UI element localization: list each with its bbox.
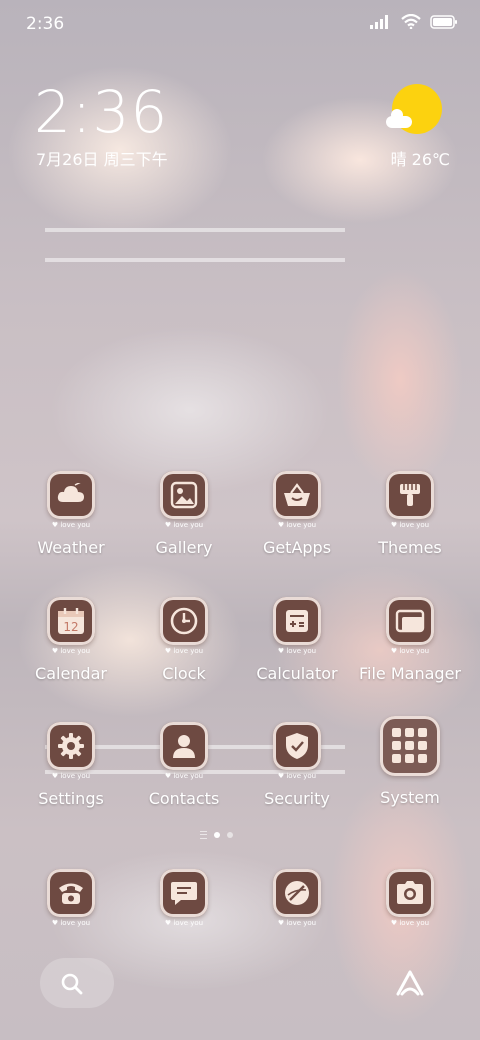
app-label: Settings — [38, 789, 104, 808]
wifi-icon — [401, 13, 421, 33]
wallpaper-shelf — [45, 228, 345, 232]
app-label: GetApps — [262, 538, 332, 557]
calendar-day-text: 12 — [63, 620, 78, 634]
image-icon — [160, 471, 208, 519]
app-label: Contacts — [148, 789, 220, 808]
home-screen: 2:36 2:36 7月26日 周三下午 晴 26℃ ♥ love you We… — [0, 0, 480, 1040]
calculator-icon — [273, 597, 321, 645]
app-settings[interactable]: ♥ love you Settings — [14, 722, 128, 808]
page-indicator[interactable] — [200, 831, 233, 839]
app-label: File Manager — [359, 664, 461, 683]
weather-text: 晴 26℃ — [390, 150, 450, 169]
app-security[interactable]: ♥ love you Security — [240, 722, 354, 808]
message-icon — [160, 869, 208, 917]
app-label: Calendar — [35, 664, 107, 683]
cloud-icon — [47, 471, 95, 519]
love-tag: ♥ love you — [277, 647, 317, 655]
basket-icon — [273, 471, 321, 519]
love-tag: ♥ love you — [277, 521, 317, 529]
cloud-shape — [386, 109, 412, 128]
person-icon — [160, 722, 208, 770]
app-contacts[interactable]: ♥ love you Contacts — [127, 722, 241, 808]
clock-widget-date[interactable]: 7月26日 周三下午 — [36, 146, 168, 170]
page-dot-active — [214, 832, 220, 838]
status-bar: 2:36 — [0, 0, 480, 52]
status-icons — [370, 13, 458, 33]
app-label: Security — [264, 789, 330, 808]
app-label: Calculator — [256, 664, 338, 683]
love-tag: ♥ love you — [277, 772, 317, 780]
app-label: Gallery — [155, 538, 213, 557]
folder-icon — [386, 597, 434, 645]
app-gallery[interactable]: ♥ love you Gallery — [127, 471, 241, 557]
shield-icon — [273, 722, 321, 770]
clock-widget-time[interactable]: 2:36 — [34, 78, 168, 146]
love-tag: ♥ love you — [390, 521, 430, 529]
assistant-button[interactable] — [394, 968, 426, 1002]
dock-camera[interactable]: ♥ love you — [353, 869, 467, 928]
app-weather[interactable]: ♥ love you Weather — [14, 471, 128, 557]
app-calendar[interactable]: 12 ♥ love you Calendar — [14, 597, 128, 683]
love-tag: ♥ love you — [277, 919, 317, 927]
app-folder-system[interactable]: System — [353, 716, 467, 807]
love-tag: ♥ love you — [390, 647, 430, 655]
love-tag: ♥ love you — [390, 919, 430, 927]
app-themes[interactable]: ♥ love you Themes — [353, 471, 467, 557]
app-clock[interactable]: ♥ love you Clock — [127, 597, 241, 683]
page-dot — [227, 832, 233, 838]
app-file-manager[interactable]: ♥ love you File Manager — [353, 597, 467, 683]
battery-icon — [430, 14, 458, 33]
love-tag: ♥ love you — [51, 919, 91, 927]
app-label: Clock — [162, 664, 206, 683]
dock-phone[interactable]: ♥ love you — [14, 869, 128, 928]
app-label: Weather — [37, 538, 105, 557]
search-icon — [61, 973, 83, 995]
assistant-icon — [396, 970, 424, 996]
camera-icon — [386, 869, 434, 917]
weather-widget[interactable]: 晴 26℃ — [380, 80, 450, 169]
clock-icon — [160, 597, 208, 645]
love-tag: ♥ love you — [164, 919, 204, 927]
app-label: System — [380, 788, 440, 807]
dock-browser[interactable]: ♥ love you — [240, 869, 354, 928]
calendar-icon: 12 — [47, 597, 95, 645]
app-getapps[interactable]: ♥ love you GetApps — [240, 471, 354, 557]
love-tag: ♥ love you — [51, 521, 91, 529]
search-button[interactable] — [40, 958, 114, 1008]
browser-icon — [273, 869, 321, 917]
app-label: Themes — [378, 538, 442, 557]
app-folder-icon — [380, 716, 440, 776]
love-tag: ♥ love you — [164, 521, 204, 529]
brush-icon — [386, 471, 434, 519]
app-calculator[interactable]: ♥ love you Calculator — [240, 597, 354, 683]
gear-icon — [47, 722, 95, 770]
status-time: 2:36 — [26, 14, 65, 34]
page-list-icon — [200, 831, 207, 839]
love-tag: ♥ love you — [164, 772, 204, 780]
dock-messages[interactable]: ♥ love you — [127, 869, 241, 928]
wallpaper-shelf — [45, 258, 345, 262]
love-tag: ♥ love you — [164, 647, 204, 655]
phone-icon — [47, 869, 95, 917]
love-tag: ♥ love you — [51, 772, 91, 780]
love-tag: ♥ love you — [51, 647, 91, 655]
signal-icon — [370, 14, 392, 33]
